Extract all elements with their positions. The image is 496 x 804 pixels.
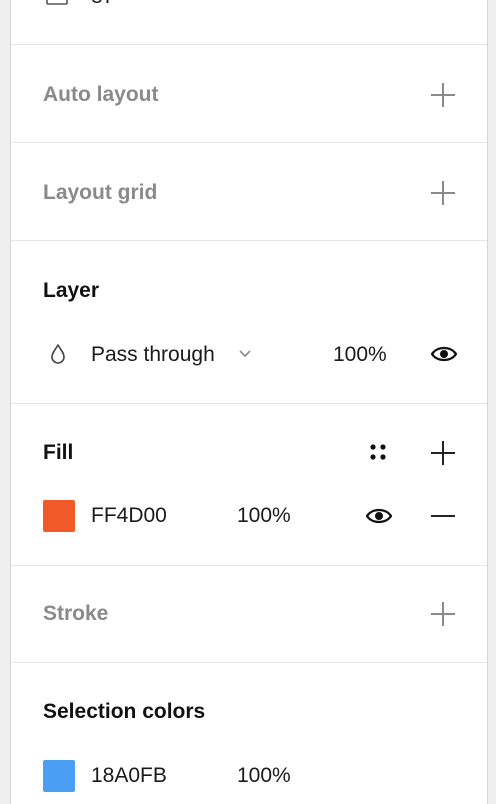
eye-icon[interactable] [430, 342, 458, 366]
divider [11, 662, 487, 663]
selection-colors-title: Selection colors [43, 700, 206, 723]
fill-opacity-input[interactable]: 100% [237, 504, 291, 528]
divider [11, 44, 487, 45]
blend-drop-icon[interactable] [49, 343, 67, 365]
fill-hex-input[interactable]: FF4D00 [91, 504, 167, 528]
layer-opacity-input[interactable]: 100% [333, 343, 387, 367]
selection-color-hex[interactable]: 18A0FB [91, 764, 167, 788]
layout-grid-title: Layout grid [43, 181, 158, 204]
divider [11, 403, 487, 404]
layer-title: Layer [43, 279, 100, 302]
properties-panel: 87 Auto layout Layout grid Layer Pass th… [10, 0, 488, 804]
add-fill-plus-icon[interactable] [431, 441, 455, 465]
auto-layout-title: Auto layout [43, 83, 159, 106]
height-icon [46, 0, 68, 5]
divider [11, 142, 487, 143]
divider [11, 240, 487, 241]
eye-icon[interactable] [365, 504, 393, 528]
selection-color-swatch[interactable] [43, 760, 75, 792]
blend-mode-select[interactable]: Pass through [91, 343, 215, 367]
remove-fill-minus-icon[interactable] [431, 504, 455, 528]
chevron-down-icon[interactable] [237, 348, 253, 360]
selection-color-opacity[interactable]: 100% [237, 764, 291, 788]
fill-title: Fill [43, 441, 74, 464]
add-stroke-plus-icon[interactable] [431, 602, 455, 626]
add-auto-layout-plus-icon[interactable] [431, 83, 455, 107]
fill-color-swatch[interactable] [43, 500, 75, 532]
add-layout-grid-plus-icon[interactable] [431, 181, 455, 205]
stroke-title: Stroke [43, 602, 109, 625]
divider [11, 565, 487, 566]
height-value[interactable]: 87 [91, 0, 114, 9]
styles-grid-icon[interactable] [367, 441, 389, 463]
